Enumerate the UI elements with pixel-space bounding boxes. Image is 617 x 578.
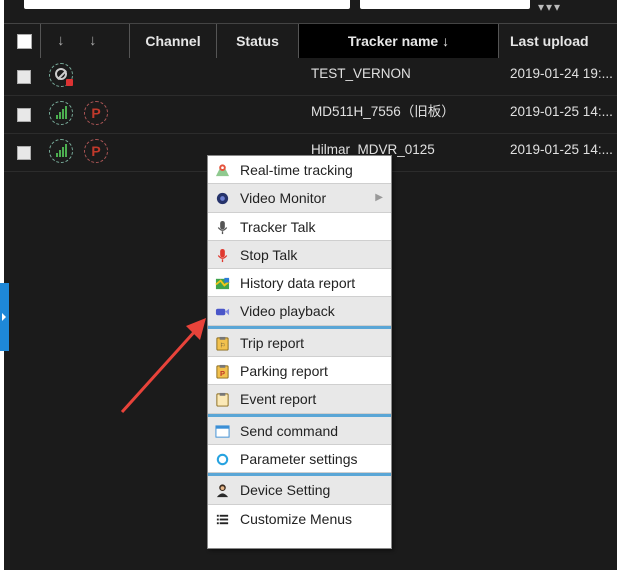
row-checkbox[interactable] xyxy=(17,146,31,160)
menu-item-event-report[interactable]: Event report xyxy=(208,385,391,414)
menu-item-label: Send command xyxy=(240,422,339,439)
microphone-red-icon xyxy=(217,248,228,262)
search-input[interactable] xyxy=(24,0,350,9)
last-upload: 2019-01-25 14:... xyxy=(510,104,613,119)
signal-icon xyxy=(49,101,73,125)
menu-item-label: Video playback xyxy=(240,303,335,320)
menu-item-label: Device Setting xyxy=(240,482,331,499)
menu-item-trip-report[interactable]: ⚐ Trip report xyxy=(208,328,391,358)
signal-icon xyxy=(49,139,73,163)
header-status[interactable]: Status xyxy=(217,24,298,58)
menu-item-label: Stop Talk xyxy=(240,246,298,263)
table-header: ↓ ↓ Channel Status Tracker name ↓ Last u… xyxy=(4,23,617,59)
menu-item-device-setting[interactable]: Device Setting xyxy=(208,476,391,505)
menu-item-video-monitor[interactable]: Video Monitor ▶ xyxy=(208,184,391,213)
menu-item-parameter-settings[interactable]: Parameter settings xyxy=(208,445,391,474)
top-toolbar: ▾▾▾ xyxy=(4,0,617,22)
row-checkbox[interactable] xyxy=(17,108,31,122)
menu-item-label: Customize Menus xyxy=(240,510,353,527)
menu-item-tracker-talk[interactable]: Tracker Talk xyxy=(208,213,391,241)
tracker-name: MD511H_7556（旧板） xyxy=(311,104,455,119)
svg-text:⚐: ⚐ xyxy=(220,341,226,349)
menu-item-label: History data report xyxy=(240,275,356,292)
tracker-name: TEST_VERNON xyxy=(311,66,411,81)
menu-item-label: Parameter settings xyxy=(240,450,358,467)
table-row[interactable]: P MD511H_7556（旧板） 2019-01-25 14:... xyxy=(4,96,617,134)
camera-icon xyxy=(216,193,229,205)
parking-icon: P xyxy=(84,139,108,163)
menu-item-real-time-tracking[interactable]: Real-time tracking xyxy=(208,156,391,185)
menu-item-label: Trip report xyxy=(240,334,305,351)
more-icon[interactable]: ▾▾▾ xyxy=(538,0,562,14)
parking-icon: P xyxy=(84,101,108,125)
header-channel[interactable]: Channel xyxy=(130,24,216,58)
collapse-handle[interactable] xyxy=(0,283,9,351)
menu-item-history-data-report[interactable]: History data report xyxy=(208,269,391,298)
menu-item-video-playback[interactable]: Video playback xyxy=(208,297,391,326)
column-divider xyxy=(40,24,41,58)
menu-item-label: Tracker Talk xyxy=(240,218,316,235)
window-icon xyxy=(215,425,230,438)
microphone-icon xyxy=(217,220,228,234)
clipboard-trip-icon: ⚐ xyxy=(216,336,229,351)
clipboard-parking-icon: P xyxy=(216,365,229,379)
menu-item-stop-talk[interactable]: Stop Talk xyxy=(208,240,391,270)
sort-down-icon[interactable]: ↓ xyxy=(57,32,65,49)
table-row[interactable]: TEST_VERNON 2019-01-24 19:... xyxy=(4,58,617,96)
list-icon xyxy=(216,514,229,524)
last-upload: 2019-01-24 19:... xyxy=(510,66,613,81)
last-upload: 2019-01-25 14:... xyxy=(510,142,613,157)
row-checkbox[interactable] xyxy=(17,70,31,84)
submenu-arrow-icon: ▶ xyxy=(375,192,383,204)
menu-item-label: Event report xyxy=(240,391,317,408)
menu-item-label: Video Monitor xyxy=(240,190,327,207)
offline-status-icon xyxy=(49,63,73,87)
filter-input[interactable] xyxy=(360,0,530,9)
menu-item-send-command[interactable]: Send command xyxy=(208,416,391,445)
context-menu: Real-time tracking Video Monitor ▶ Track… xyxy=(207,155,392,549)
menu-item-label: Parking report xyxy=(240,363,328,380)
svg-text:P: P xyxy=(220,369,225,378)
menu-item-label: Real-time tracking xyxy=(240,162,353,178)
user-icon xyxy=(216,484,229,498)
sort-down-icon[interactable]: ↓ xyxy=(89,32,97,49)
select-all-checkbox[interactable] xyxy=(17,34,32,49)
menu-item-parking-report[interactable]: P Parking report xyxy=(208,357,391,386)
header-tracker-name[interactable]: Tracker name ↓ xyxy=(299,24,498,58)
map-pin-icon xyxy=(215,164,230,177)
clipboard-event-icon xyxy=(216,393,229,407)
map-report-icon xyxy=(215,278,230,290)
video-camera-icon xyxy=(215,309,230,316)
menu-item-customize-menus[interactable]: Customize Menus xyxy=(208,505,391,533)
ring-icon xyxy=(216,453,229,466)
header-last-upload[interactable]: Last upload xyxy=(499,24,610,58)
